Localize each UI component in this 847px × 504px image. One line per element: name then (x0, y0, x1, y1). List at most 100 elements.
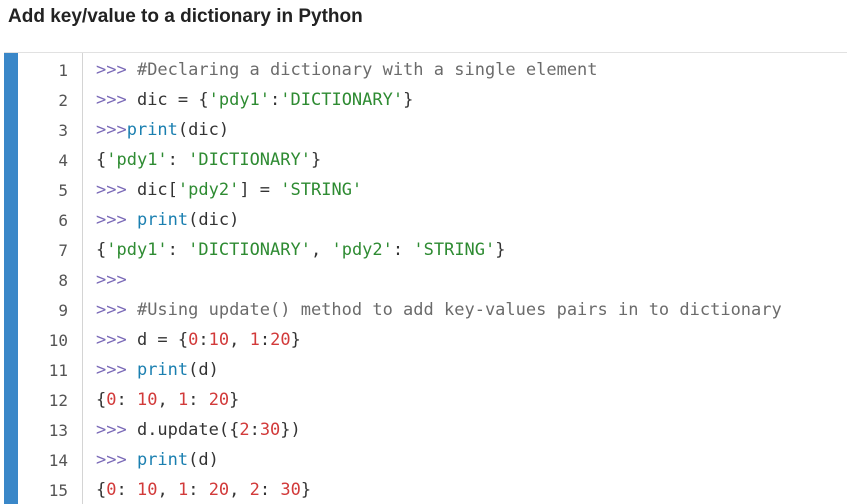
code-token-punc: : (188, 480, 209, 500)
code-token-num: 2 (239, 420, 250, 440)
code-line: 10 >>> d = {0:10, 1:20} (18, 325, 847, 355)
code-token-prompt: >>> (96, 60, 137, 80)
code-line: 4 {'pdy1': 'DICTIONARY'} (18, 145, 847, 175)
code-token-prompt: >>> (96, 90, 137, 110)
code-token-punc: ] = (239, 180, 281, 200)
code-text: >>> d = {0:10, 1:20} (96, 330, 301, 350)
code-token-num: 10 (208, 330, 230, 350)
code-token-punc: } (290, 330, 301, 350)
code-token-punc: , (157, 390, 178, 410)
code-token-prompt: >>> (96, 330, 137, 350)
line-number: 6 (58, 210, 68, 230)
code-token-str: 'pdy1' (106, 150, 168, 170)
code-token-num: 10 (136, 390, 158, 410)
code-token-comment: #Declaring a dictionary with a single el… (136, 60, 598, 80)
code-text: >>> print(d) (96, 450, 219, 470)
code-token-punc: : (392, 240, 414, 260)
code-token-punc: : (116, 390, 137, 410)
code-token-prompt: >>> (96, 360, 137, 380)
code-token-prompt: >>> (96, 450, 137, 470)
code-token-punc: : (270, 90, 281, 110)
code-token-punc: { (96, 390, 107, 410)
code-token-prompt: >>> (96, 120, 127, 140)
code-token-punc: : (116, 480, 137, 500)
code-line: 6 >>> print(dic) (18, 205, 847, 235)
code-text: {0: 10, 1: 20, 2: 30} (96, 480, 311, 500)
code-token-punc: } (229, 390, 240, 410)
code-line: 1 >>> #Declaring a dictionary with a sing… (18, 55, 847, 85)
code-token-name: dic = { (136, 90, 209, 110)
code-token-prompt: >>> (96, 270, 127, 290)
code-text: >>> d.update({2:30}) (96, 420, 301, 440)
code-token-punc: { (96, 480, 107, 500)
line-number: 10 (48, 330, 68, 350)
code-token-str: 'pdy2' (331, 240, 393, 260)
code-token-str: 'DICTIONARY' (188, 150, 311, 170)
line-number: 3 (58, 120, 68, 140)
line-number: 1 (58, 60, 68, 80)
code-token-punc: , (229, 480, 250, 500)
code-token-str: 'pdy1' (106, 240, 168, 260)
code-token-num: 20 (208, 390, 230, 410)
code-token-punc: : (259, 330, 271, 350)
code-text: >>> print(dic) (96, 210, 239, 230)
code-token-prompt: >>> (96, 210, 137, 230)
code-line: 15 {0: 10, 1: 20, 2: 30} (18, 475, 847, 504)
code-line: 12 {0: 10, 1: 20} (18, 385, 847, 415)
code-text: >>> #Using update() method to add key-va… (96, 300, 782, 320)
code-token-punc: }) (280, 420, 301, 440)
code-token-str: 'DICTIONARY' (188, 240, 311, 260)
code-token-num: 1 (249, 330, 260, 350)
code-token-num: 0 (188, 330, 199, 350)
code-text: {'pdy1': 'DICTIONARY', 'pdy2': 'STRING'} (96, 240, 506, 260)
line-number: 14 (48, 450, 68, 470)
code-token-fn: print (126, 120, 178, 140)
code-token-str: 'DICTIONARY' (280, 90, 404, 110)
code-token-str: 'STRING' (280, 180, 363, 200)
code-token-prompt: >>> (96, 300, 137, 320)
code-line: 8 >>> (18, 265, 847, 295)
code-line: 3 >>>print(dic) (18, 115, 847, 145)
code-line: 2 >>> dic = {'pdy1':'DICTIONARY'} (18, 85, 847, 115)
code-token-num: 10 (136, 480, 158, 500)
code-token-punc: , (229, 330, 250, 350)
page-title: Add key/value to a dictionary in Python (8, 6, 363, 27)
code-token-fn: print (136, 450, 189, 470)
code-text: {0: 10, 1: 20} (96, 390, 239, 410)
code-token-name: dic[ (136, 180, 178, 200)
code-line: 5 >>> dic['pdy2'] = 'STRING' (18, 175, 847, 205)
line-number: 2 (58, 90, 68, 110)
code-token-str: 'pdy1' (208, 90, 271, 110)
line-number: 4 (58, 150, 68, 170)
code-block[interactable]: 1 >>> #Declaring a dictionary with a sing… (4, 52, 847, 504)
code-token-punc: , (157, 480, 178, 500)
line-number: 13 (48, 420, 68, 440)
code-token-punc: (dic) (177, 120, 230, 140)
code-token-punc: : (259, 480, 281, 500)
code-line: 11 >>> print(d) (18, 355, 847, 385)
code-token-name: d = { (136, 330, 189, 350)
line-number: 8 (58, 270, 68, 290)
code-line: 7 {'pdy1': 'DICTIONARY', 'pdy2': 'STRING'… (18, 235, 847, 265)
code-lines: 1 >>> #Declaring a dictionary with a sing… (18, 55, 847, 504)
code-token-num: 30 (280, 480, 301, 500)
code-token-punc: } (310, 150, 322, 170)
code-token-punc: { (96, 150, 107, 170)
code-token-name: d.update({ (136, 420, 240, 440)
code-line: 14 >>> print(d) (18, 445, 847, 475)
code-text: >>> #Declaring a dictionary with a singl… (96, 60, 598, 80)
code-token-punc: { (96, 240, 107, 260)
code-token-num: 1 (177, 480, 189, 500)
code-token-comment: #Using update() method to add key-values… (136, 300, 782, 320)
code-text: >>> (96, 270, 127, 290)
code-text: >>>print(dic) (96, 120, 229, 140)
code-text: >>> dic = {'pdy1':'DICTIONARY'} (96, 90, 413, 110)
code-text: {'pdy1': 'DICTIONARY'} (96, 150, 321, 170)
code-token-num: 30 (259, 420, 281, 440)
code-token-num: 0 (106, 480, 117, 500)
code-token-num: 2 (249, 480, 260, 500)
line-number: 9 (58, 300, 68, 320)
code-token-punc: } (495, 240, 506, 260)
code-token-prompt: >>> (96, 180, 137, 200)
code-line: 13 >>> d.update({2:30}) (18, 415, 847, 445)
